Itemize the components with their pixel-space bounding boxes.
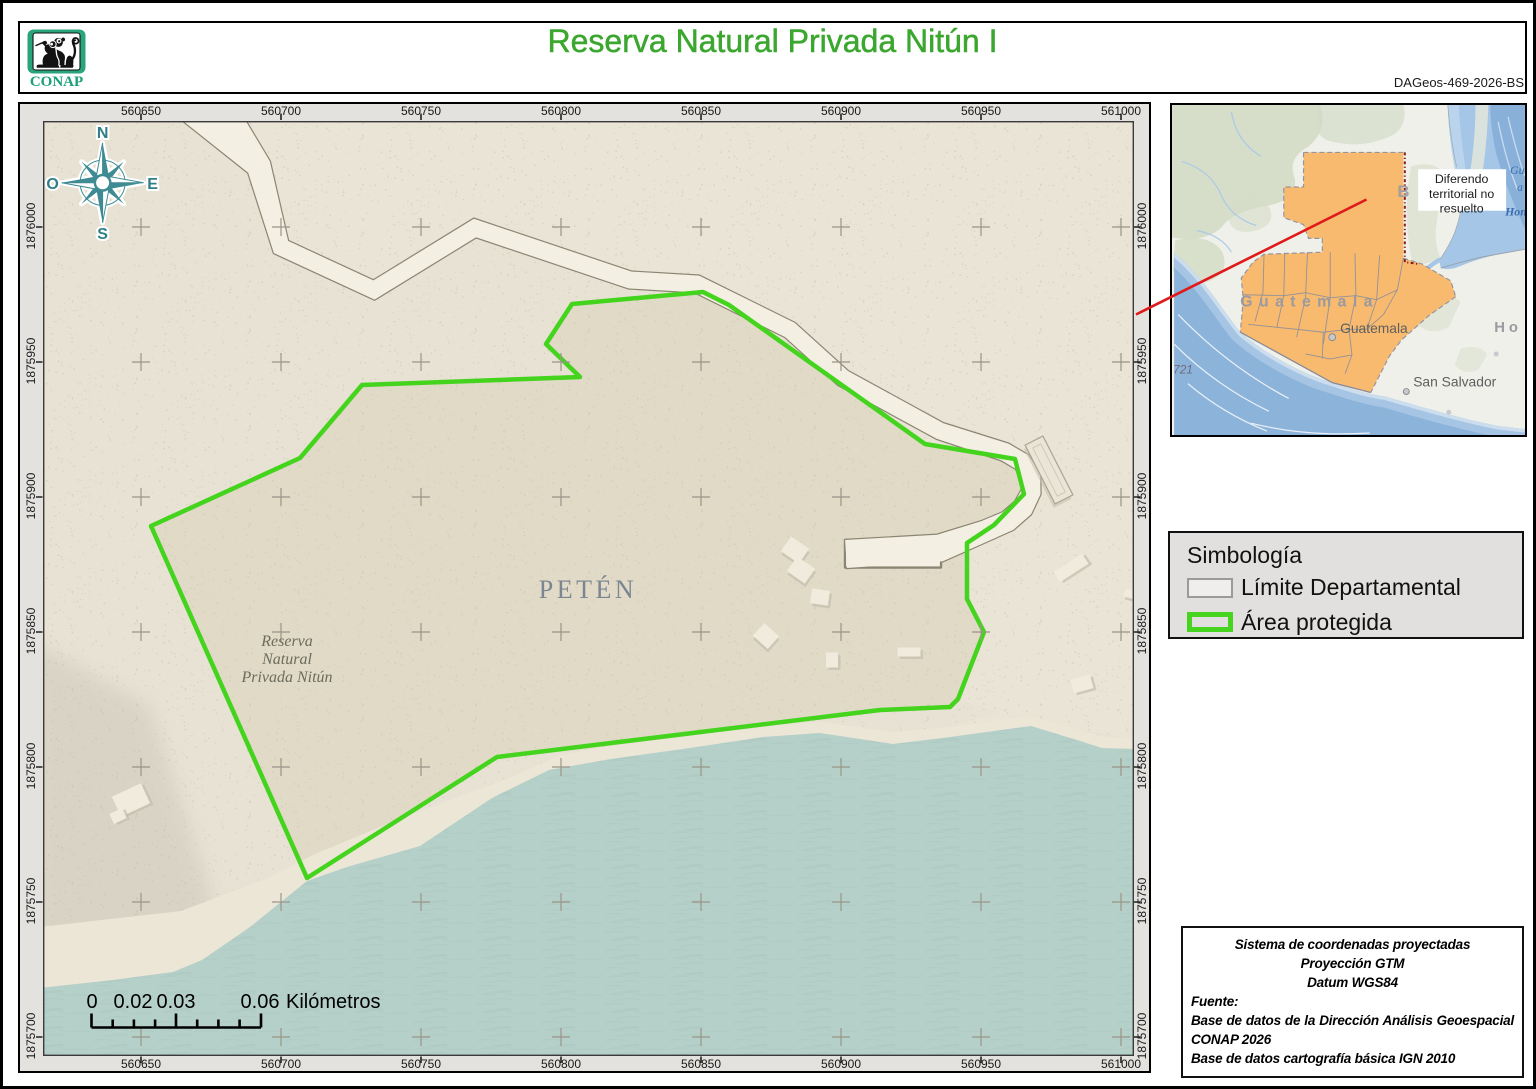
svg-text:resuelto: resuelto: [1440, 202, 1484, 216]
svg-text:PETÉN: PETÉN: [539, 575, 637, 604]
svg-text:B: B: [1397, 182, 1409, 201]
svg-text:Kilómetros: Kilómetros: [286, 991, 380, 1013]
svg-text:San Salvador: San Salvador: [1413, 374, 1496, 390]
svg-text:S: S: [97, 226, 108, 243]
svg-text:territorial no: territorial no: [1429, 187, 1494, 201]
svg-text:Gu: Gu: [1510, 163, 1525, 177]
svg-text:0.06: 0.06: [241, 991, 280, 1013]
svg-text:Natural: Natural: [261, 651, 312, 668]
svg-text:Reserva: Reserva: [260, 633, 313, 650]
svg-text:O: O: [46, 176, 58, 193]
svg-text:Guatemala: Guatemala: [1340, 320, 1408, 336]
svg-text:E: E: [147, 176, 158, 193]
svg-text:0: 0: [86, 991, 97, 1013]
svg-text:0.03: 0.03: [157, 991, 196, 1013]
svg-text:0.02: 0.02: [114, 991, 153, 1013]
svg-text:N: N: [97, 125, 109, 142]
svg-text:Hond: Hond: [1504, 205, 1527, 219]
svg-text:Ho: Ho: [1494, 320, 1522, 336]
svg-text:a: a: [1517, 180, 1523, 194]
svg-text:Privada Nitún: Privada Nitún: [240, 669, 332, 686]
svg-text:Diferendo: Diferendo: [1435, 172, 1489, 186]
svg-text:Guatemala: Guatemala: [1240, 294, 1379, 311]
svg-text:721: 721: [1173, 363, 1193, 377]
